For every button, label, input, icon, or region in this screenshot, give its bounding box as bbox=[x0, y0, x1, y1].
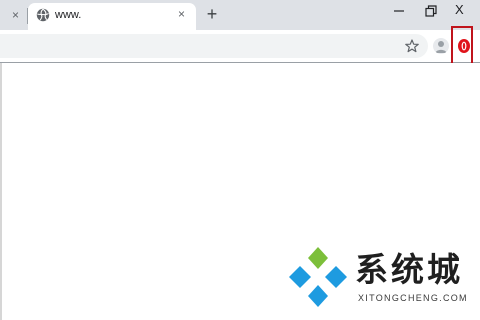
globe-icon bbox=[36, 8, 50, 22]
toolbar bbox=[0, 30, 480, 63]
tab-active[interactable]: www. × bbox=[28, 3, 196, 30]
star-icon[interactable] bbox=[405, 39, 419, 53]
watermark-url: XITONGCHENG.COM bbox=[358, 293, 468, 303]
browser-window: × www. × + X 系统城 XITONGCHENG.COM bbox=[0, 0, 480, 320]
tab-previous[interactable]: × bbox=[0, 3, 28, 30]
address-bar[interactable] bbox=[0, 34, 428, 58]
window-border bbox=[0, 63, 2, 320]
tab-title: www. bbox=[55, 9, 82, 21]
tab-close-button[interactable]: × bbox=[12, 8, 19, 22]
watermark-logo bbox=[289, 247, 347, 307]
tab-strip: × www. × + X bbox=[0, 0, 480, 30]
restore-icon[interactable] bbox=[424, 4, 438, 18]
avatar[interactable] bbox=[433, 38, 449, 54]
close-window-button[interactable]: X bbox=[455, 3, 464, 17]
new-tab-button[interactable]: + bbox=[203, 4, 221, 24]
watermark-name: 系统城 bbox=[355, 250, 463, 289]
tab-close-button[interactable]: × bbox=[178, 7, 185, 21]
minimize-icon[interactable] bbox=[392, 4, 406, 18]
person-icon bbox=[435, 41, 447, 53]
